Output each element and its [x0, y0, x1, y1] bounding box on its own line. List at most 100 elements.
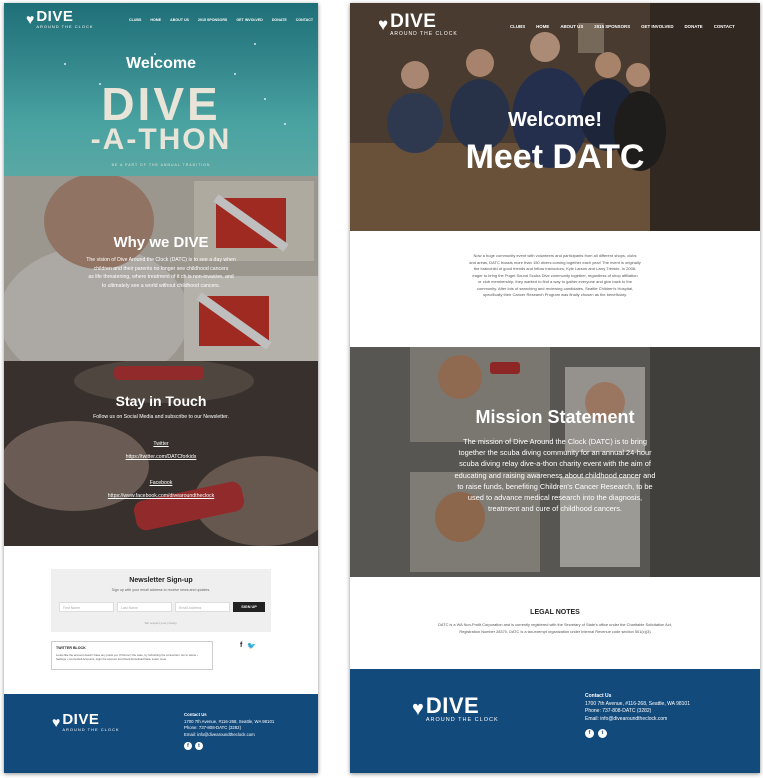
hero-title: Meet DATC [465, 138, 645, 176]
hero-athon-text: -A-THON [90, 123, 232, 156]
nav-donate[interactable]: DONATE [685, 24, 703, 29]
stay-title: Stay in Touch [115, 393, 207, 409]
mission-line: to raise funds, benefiting Children's Ca… [457, 481, 653, 491]
social-icons: f 🐦 [240, 642, 256, 650]
why-line: children and their parents no longer see… [93, 265, 229, 272]
nav-home[interactable]: HOME [536, 24, 549, 29]
twitter-icon[interactable]: t [598, 729, 607, 738]
hero-welcome: Welcome! [507, 109, 603, 131]
last-name-input[interactable]: Last Name [117, 602, 172, 612]
contact-title: Contact Us [585, 693, 612, 699]
email-input[interactable]: Email Address [175, 602, 230, 612]
hero-section: ♥ DIVE AROUND THE CLOCK CLUBS HOME ABOUT… [4, 3, 318, 176]
page-right: ♥ DIVE AROUND THE CLOCK CLUBS HOME ABOUT… [350, 3, 760, 773]
intro-line: specifically their Cancer Research Progr… [483, 292, 627, 297]
nav-donate[interactable]: DONATE [272, 18, 287, 22]
contact-phone: Phone: 737-808-DATC (3282) [585, 708, 652, 714]
footer-logo-subtitle: AROUND THE CLOCK [62, 727, 120, 732]
nav-get-involved[interactable]: GET INVOLVED [641, 24, 673, 29]
mission-line: The mission of Dive Around the Clock (DA… [463, 437, 647, 446]
nav-contact[interactable]: CONTACT [714, 24, 735, 29]
facebook-icon[interactable]: f [184, 742, 192, 750]
footer-contact: Contact Us 1700 7th Avenue, #116-268, Se… [184, 712, 274, 750]
nav-clubs[interactable]: CLUBS [129, 18, 141, 22]
facebook-label-link[interactable]: Facebook [4, 480, 318, 486]
contact-email[interactable]: Email: info@divearoundtheclock.com [184, 732, 274, 739]
twitter-icon[interactable]: t [195, 742, 203, 750]
mission-line: educating and raising awareness about ch… [454, 470, 656, 480]
logo-word: DIVE [36, 8, 74, 25]
heart-diver-icon: ♥ [52, 714, 61, 730]
mission-line: scuba diving relay dive-a-thon charity e… [459, 459, 651, 469]
nav-about[interactable]: ABOUT US [170, 18, 189, 22]
why-section: Why we DIVE The vision of Dive Around th… [4, 176, 318, 361]
logo[interactable]: ♥ DIVE AROUND THE CLOCK [26, 9, 94, 29]
nav-contact[interactable]: CONTACT [296, 18, 313, 22]
why-title: Why we DIVE [113, 234, 209, 251]
why-line: to ultimately see a world without childh… [101, 282, 221, 289]
newsletter-subtitle: Sign up with your email address to recei… [111, 588, 211, 592]
logo-subtitle: AROUND THE CLOCK [390, 31, 458, 37]
privacy-note: We respect your privacy. [144, 621, 178, 625]
twitter-icon[interactable]: 🐦 [247, 642, 256, 650]
why-line: The vision of Dive Around the Clock (DAT… [86, 257, 236, 263]
facebook-url-link[interactable]: https://www.facebook.com/divearoundthecl… [4, 493, 318, 499]
legal-line: Registration Number 28370. DATC is a tax… [459, 628, 651, 634]
nav-clubs[interactable]: CLUBS [510, 24, 525, 29]
nav-get-involved[interactable]: GET INVOLVED [236, 18, 263, 22]
footer-contact: Contact Us 1700 7th Avenue, #116-268, Se… [585, 693, 690, 738]
legal-body: DATC is a WA Non-Profit Corporation and … [350, 622, 760, 635]
page-left: ♥ DIVE AROUND THE CLOCK CLUBS HOME ABOUT… [4, 3, 318, 773]
hero-dive-text: DIVE [101, 78, 221, 130]
twitter-block-body: Looks like the account doesn't have any … [56, 653, 198, 661]
intro-section: Now a huge community event with voluntee… [350, 231, 760, 347]
twitter-label-link[interactable]: Twitter [4, 441, 318, 447]
footer-logo-subtitle: AROUND THE CLOCK [425, 717, 499, 723]
legal-section: LEGAL NOTES DATC is a WA Non-Profit Corp… [350, 577, 760, 669]
contact-address: 1700 7th Avenue, #116-268, Seattle, WA 9… [585, 700, 690, 707]
stay-subtitle: Follow us on Social Media and subscribe … [93, 414, 229, 420]
stay-in-touch-section: Stay in Touch Follow us on Social Media … [4, 361, 318, 546]
logo-subtitle: AROUND THE CLOCK [36, 24, 94, 29]
newsletter-box: Newsletter Sign-up Sign up with your ema… [51, 569, 271, 632]
first-name-input[interactable]: First Name [59, 602, 114, 612]
mission-body: The mission of Dive Around the Clock (DA… [350, 436, 760, 514]
intro-paragraph: Now a huge community event with voluntee… [350, 253, 760, 299]
newsletter-section: Newsletter Sign-up Sign up with your ema… [4, 546, 318, 694]
heart-diver-icon: ♥ [378, 14, 389, 34]
footer: ♥ DIVE AROUND THE CLOCK Contact Us 1700 … [4, 694, 318, 773]
nav-about[interactable]: ABOUT US [560, 24, 583, 29]
footer-logo-word: DIVE [425, 693, 480, 718]
nav-home[interactable]: HOME [150, 18, 161, 22]
hero-section: ♥ DIVE AROUND THE CLOCK CLUBS HOME ABOUT… [350, 3, 760, 231]
footer-logo-word: DIVE [62, 711, 100, 728]
nav-bar: ♥ DIVE AROUND THE CLOCK CLUBS HOME ABOUT… [350, 3, 760, 37]
legal-title: LEGAL NOTES [530, 609, 580, 616]
sign-up-button[interactable]: SIGN UP [233, 602, 265, 612]
facebook-icon[interactable]: f [585, 729, 594, 738]
why-body: The vision of Dive Around the Clock (DAT… [4, 256, 318, 290]
nav-bar: ♥ DIVE AROUND THE CLOCK CLUBS HOME ABOUT… [4, 3, 318, 37]
twitter-url-link[interactable]: https://twitter.com/DATCforkids [4, 454, 318, 460]
newsletter-title: Newsletter Sign-up [129, 577, 193, 584]
logo[interactable]: ♥ DIVE AROUND THE CLOCK [378, 12, 458, 37]
mission-line: together the scuba diving community for … [458, 448, 652, 458]
heart-diver-icon: ♥ [412, 697, 424, 720]
footer-social: f t [585, 729, 690, 738]
footer-social: f t [184, 742, 274, 750]
twitter-block-title: TWITTER BLOCK [56, 646, 86, 650]
logo-word: DIVE [390, 11, 437, 32]
main-menu: CLUBS HOME ABOUT US 2015 SPONSORS GET IN… [129, 18, 313, 22]
nav-sponsors[interactable]: 2015 SPONSORS [594, 24, 630, 29]
footer-logo[interactable]: ♥ DIVE AROUND THE CLOCK [412, 693, 499, 724]
facebook-icon[interactable]: f [240, 642, 242, 650]
contact-email[interactable]: Email: info@divearoundtheclock.com [585, 716, 690, 724]
nav-sponsors[interactable]: 2015 SPONSORS [198, 18, 227, 22]
hero-tagline: BE A PART OF THE ANNUAL TRADITION [111, 163, 211, 167]
why-line: as life threatening, where treatment of … [88, 274, 234, 280]
main-menu: CLUBS HOME ABOUT US 2015 SPONSORS GET IN… [510, 24, 735, 29]
mission-title: Mission Statement [475, 407, 635, 427]
footer-logo[interactable]: ♥ DIVE AROUND THE CLOCK [52, 712, 120, 732]
mission-line: used to advance medical research into th… [467, 493, 643, 503]
footer: ♥ DIVE AROUND THE CLOCK Contact Us 1700 … [350, 669, 760, 773]
